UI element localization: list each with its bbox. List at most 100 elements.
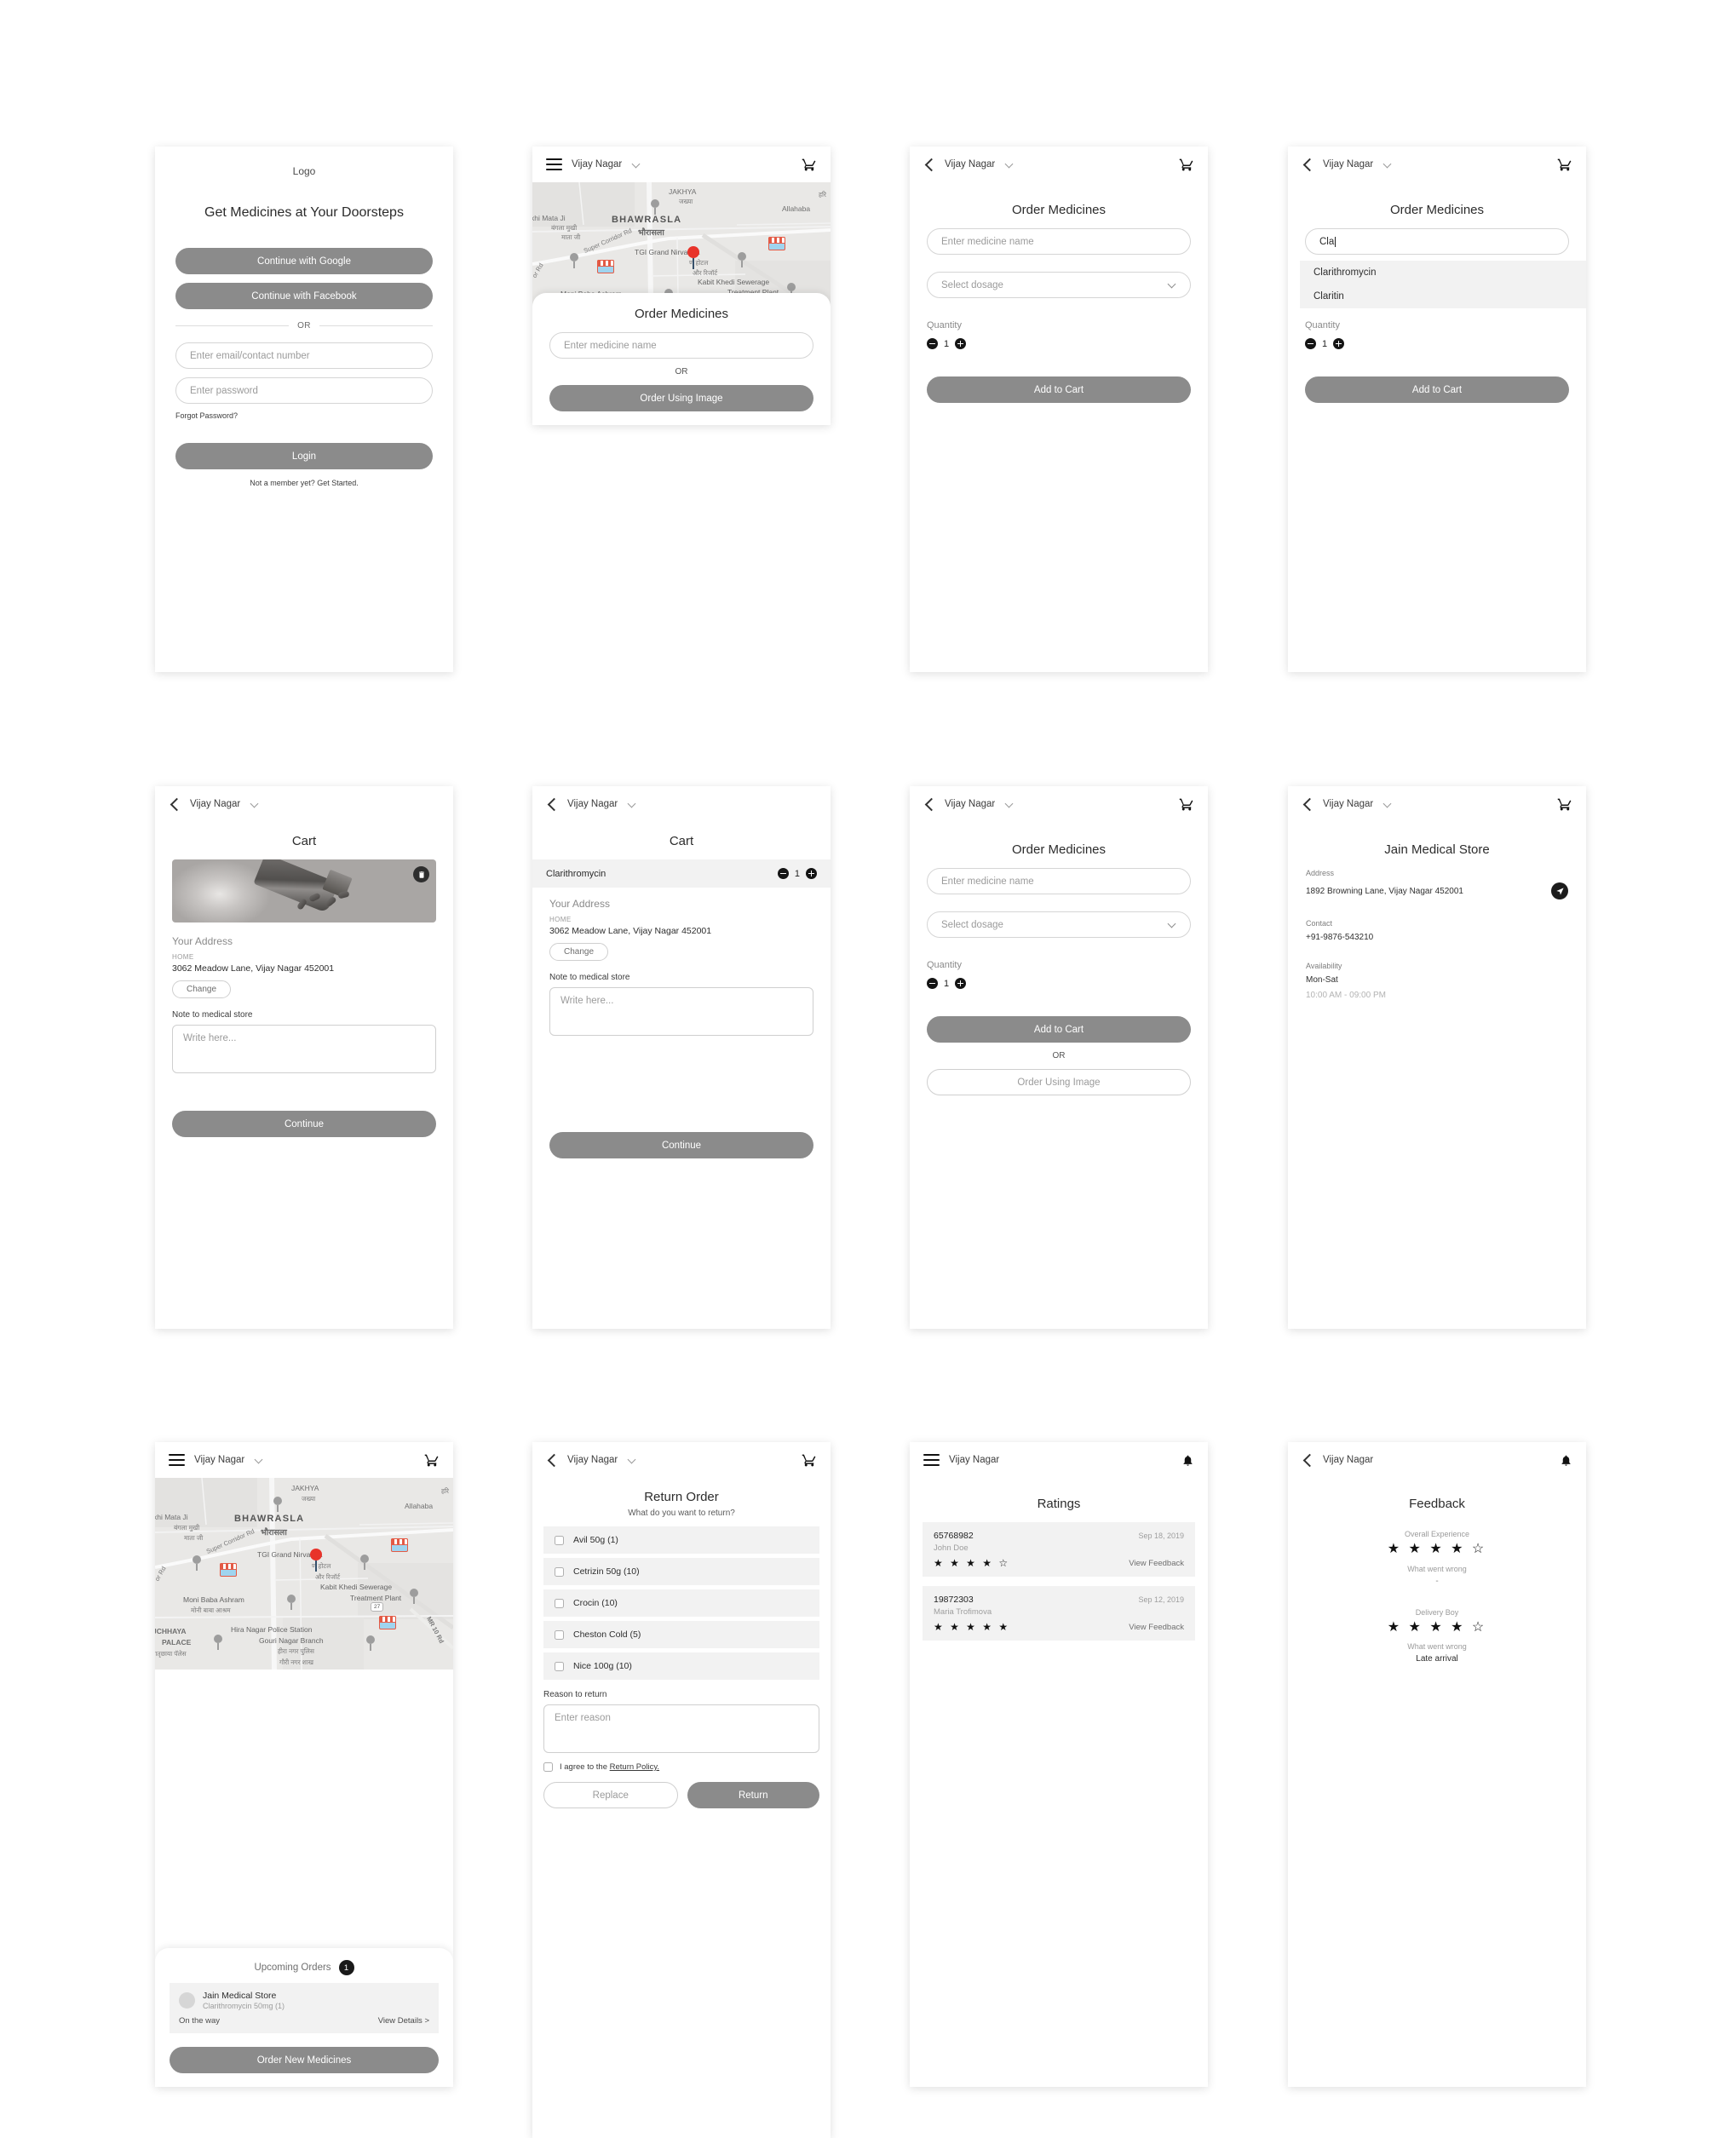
shopping-cart-icon[interactable] <box>802 1452 817 1468</box>
quantity-stepper[interactable]: 1 <box>1305 338 1569 349</box>
city-label[interactable]: Vijay Nagar <box>194 1455 244 1465</box>
back-chevron-icon[interactable] <box>1302 1454 1313 1466</box>
suggestion-item-0[interactable]: Clarithromycin <box>1300 261 1586 284</box>
continue-with-google-button[interactable]: Continue with Google <box>175 248 433 275</box>
chevron-down-icon[interactable] <box>1006 801 1014 808</box>
plus-icon[interactable] <box>955 338 967 349</box>
minus-icon[interactable] <box>927 978 938 989</box>
map-store-marker-2[interactable] <box>390 1537 409 1552</box>
quantity-stepper[interactable]: 1 <box>927 978 1191 989</box>
map-view[interactable]: JAKHYA जख्या Allahaba BHAWRASLA भौरासला … <box>155 1478 453 1670</box>
order-using-image-button[interactable]: Order Using Image <box>549 385 813 411</box>
notification-bell-icon[interactable] <box>1181 1453 1194 1468</box>
view-details-link[interactable]: View Details > <box>378 2016 429 2026</box>
back-chevron-icon[interactable] <box>1302 798 1313 810</box>
shopping-cart-icon[interactable] <box>1557 157 1572 172</box>
order-new-medicines-button[interactable]: Order New Medicines <box>170 2047 439 2073</box>
city-label[interactable]: Vijay Nagar <box>1323 159 1373 170</box>
city-label[interactable]: Vijay Nagar <box>1323 1455 1373 1465</box>
city-label[interactable]: Vijay Nagar <box>567 1455 618 1465</box>
shopping-cart-icon[interactable] <box>1179 157 1194 172</box>
city-label[interactable]: Vijay Nagar <box>190 799 240 809</box>
order-using-image-button[interactable]: Order Using Image <box>927 1069 1191 1095</box>
shopping-cart-icon[interactable] <box>1557 796 1572 812</box>
back-chevron-icon[interactable] <box>923 158 935 170</box>
city-label[interactable]: Vijay Nagar <box>945 159 995 170</box>
map-store-marker-1[interactable] <box>219 1562 238 1577</box>
dosage-select[interactable]: Select dosage <box>927 272 1191 298</box>
return-button[interactable]: Return <box>687 1782 819 1808</box>
continue-with-facebook-button[interactable]: Continue with Facebook <box>175 283 433 310</box>
reason-textarea[interactable]: Enter reason <box>543 1704 819 1753</box>
change-address-button[interactable]: Change <box>172 980 232 998</box>
chevron-down-icon[interactable] <box>1384 801 1392 808</box>
shopping-cart-icon[interactable] <box>1179 796 1194 812</box>
shopping-cart-icon[interactable] <box>802 157 817 172</box>
suggestion-item-1[interactable]: Claritin <box>1300 284 1586 308</box>
checkbox-icon[interactable] <box>555 1598 564 1608</box>
password-field[interactable]: Enter password <box>175 377 433 405</box>
checkbox-icon[interactable] <box>555 1661 564 1671</box>
quantity-stepper[interactable]: 1 <box>777 868 817 879</box>
hamburger-icon[interactable] <box>169 1454 185 1466</box>
chevron-down-icon[interactable] <box>633 161 641 169</box>
chevron-down-icon[interactable] <box>251 801 259 808</box>
view-feedback-link[interactable]: View Feedback <box>1129 1623 1184 1632</box>
add-to-cart-button[interactable]: Add to Cart <box>927 1016 1191 1043</box>
city-label[interactable]: Vijay Nagar <box>572 159 622 170</box>
city-label[interactable]: Vijay Nagar <box>567 799 618 809</box>
minus-icon[interactable] <box>777 868 789 879</box>
login-button[interactable]: Login <box>175 443 433 470</box>
add-to-cart-button[interactable]: Add to Cart <box>1305 376 1569 403</box>
quantity-stepper[interactable]: 1 <box>927 338 1191 349</box>
return-item-row[interactable]: Nice 100g (10) <box>543 1652 819 1680</box>
checkbox-icon[interactable] <box>555 1535 564 1545</box>
forgot-password-link[interactable]: Forgot Password? <box>175 411 433 420</box>
return-policy-link[interactable]: Return Policy. <box>610 1762 659 1772</box>
continue-button[interactable]: Continue <box>172 1111 436 1137</box>
return-item-row[interactable]: Cheston Cold (5) <box>543 1621 819 1648</box>
chevron-down-icon[interactable] <box>1384 161 1392 169</box>
shopping-cart-icon[interactable] <box>424 1452 440 1468</box>
minus-icon[interactable] <box>927 338 938 349</box>
minus-icon[interactable] <box>1305 338 1316 349</box>
dosage-select[interactable]: Select dosage <box>927 911 1191 938</box>
medicine-name-input[interactable]: Enter medicine name <box>927 228 1191 255</box>
back-chevron-icon[interactable] <box>923 798 935 810</box>
notification-bell-icon[interactable] <box>1560 1453 1572 1468</box>
medicine-suggestion-list[interactable]: Clarithromycin Claritin <box>1300 261 1586 308</box>
city-label[interactable]: Vijay Nagar <box>1323 799 1373 809</box>
back-chevron-icon[interactable] <box>546 1454 558 1466</box>
checkbox-icon[interactable] <box>543 1762 553 1772</box>
checkbox-icon[interactable] <box>555 1566 564 1577</box>
back-chevron-icon[interactable] <box>169 798 181 810</box>
signup-link[interactable]: Not a member yet? Get Started. <box>175 479 433 487</box>
back-chevron-icon[interactable] <box>1302 158 1313 170</box>
continue-button[interactable]: Continue <box>549 1132 813 1158</box>
overall-experience-stars[interactable]: ★ ★ ★ ★ ☆ <box>1288 1542 1586 1557</box>
city-label[interactable]: Vijay Nagar <box>949 1455 999 1465</box>
return-item-row[interactable]: Crocin (10) <box>543 1589 819 1617</box>
city-label[interactable]: Vijay Nagar <box>945 799 995 809</box>
note-textarea[interactable]: Write here... <box>549 987 813 1036</box>
medicine-name-input[interactable]: Enter medicine name <box>927 868 1191 894</box>
map-store-marker-2[interactable] <box>767 236 786 250</box>
plus-icon[interactable] <box>955 978 967 989</box>
return-item-row[interactable]: Avil 50g (1) <box>543 1526 819 1554</box>
navigate-icon[interactable] <box>1551 882 1568 899</box>
return-item-row[interactable]: Cetrizin 50g (10) <box>543 1558 819 1585</box>
hamburger-icon[interactable] <box>546 158 562 170</box>
plus-icon[interactable] <box>1333 338 1345 349</box>
chevron-down-icon[interactable] <box>629 801 636 808</box>
change-address-button[interactable]: Change <box>549 943 609 961</box>
delete-item-button[interactable] <box>413 866 429 882</box>
medicine-name-input[interactable]: Cla <box>1305 228 1569 255</box>
delivery-boy-stars[interactable]: ★ ★ ★ ★ ☆ <box>1288 1620 1586 1635</box>
return-policy-agreement[interactable]: I agree to the Return Policy. <box>543 1762 819 1772</box>
email-field[interactable]: Enter email/contact number <box>175 342 433 370</box>
view-feedback-link[interactable]: View Feedback <box>1129 1559 1184 1568</box>
plus-icon[interactable] <box>806 868 817 879</box>
chevron-down-icon[interactable] <box>1006 161 1014 169</box>
map-store-marker-3[interactable] <box>378 1615 397 1629</box>
upcoming-order-item[interactable]: Jain Medical Store Clarithromycin 50mg (… <box>170 1983 439 2033</box>
